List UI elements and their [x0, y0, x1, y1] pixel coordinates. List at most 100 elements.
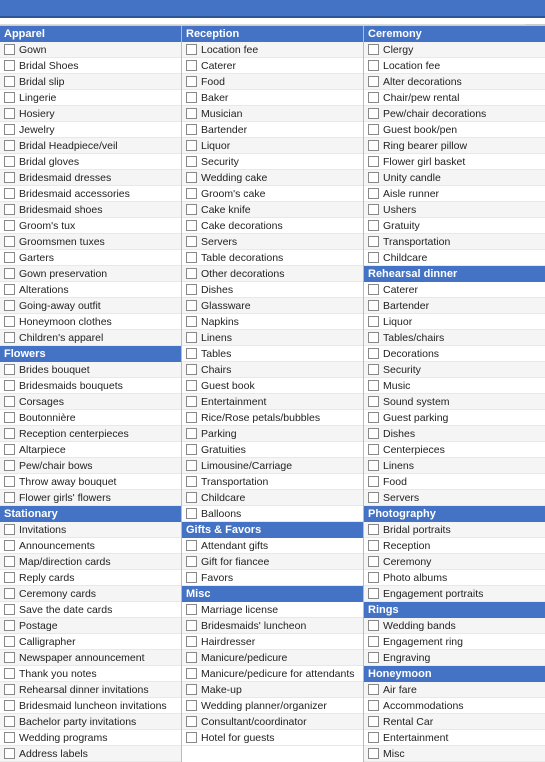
- checkbox[interactable]: [368, 348, 379, 359]
- checkbox[interactable]: [368, 156, 379, 167]
- checkbox[interactable]: [368, 236, 379, 247]
- checkbox[interactable]: [368, 620, 379, 631]
- checkbox[interactable]: [4, 604, 15, 615]
- checkbox[interactable]: [368, 188, 379, 199]
- checkbox[interactable]: [4, 188, 15, 199]
- checkbox[interactable]: [368, 284, 379, 295]
- checkbox[interactable]: [4, 556, 15, 567]
- checkbox[interactable]: [186, 428, 197, 439]
- checkbox[interactable]: [4, 572, 15, 583]
- checkbox[interactable]: [368, 700, 379, 711]
- checkbox[interactable]: [186, 348, 197, 359]
- checkbox[interactable]: [186, 652, 197, 663]
- checkbox[interactable]: [186, 220, 197, 231]
- checkbox[interactable]: [4, 476, 15, 487]
- checkbox[interactable]: [368, 684, 379, 695]
- checkbox[interactable]: [4, 620, 15, 631]
- checkbox[interactable]: [186, 508, 197, 519]
- checkbox[interactable]: [4, 732, 15, 743]
- checkbox[interactable]: [186, 92, 197, 103]
- checkbox[interactable]: [368, 364, 379, 375]
- checkbox[interactable]: [186, 412, 197, 423]
- checkbox[interactable]: [4, 332, 15, 343]
- checkbox[interactable]: [368, 220, 379, 231]
- checkbox[interactable]: [186, 460, 197, 471]
- checkbox[interactable]: [4, 716, 15, 727]
- checkbox[interactable]: [368, 540, 379, 551]
- checkbox[interactable]: [186, 156, 197, 167]
- checkbox[interactable]: [186, 716, 197, 727]
- checkbox[interactable]: [368, 332, 379, 343]
- checkbox[interactable]: [186, 284, 197, 295]
- checkbox[interactable]: [368, 60, 379, 71]
- checkbox[interactable]: [4, 44, 15, 55]
- checkbox[interactable]: [186, 60, 197, 71]
- link[interactable]: [0, 18, 525, 25]
- checkbox[interactable]: [4, 380, 15, 391]
- checkbox[interactable]: [4, 396, 15, 407]
- checkbox[interactable]: [186, 636, 197, 647]
- checkbox[interactable]: [4, 76, 15, 87]
- checkbox[interactable]: [368, 316, 379, 327]
- checkbox[interactable]: [186, 620, 197, 631]
- checkbox[interactable]: [368, 92, 379, 103]
- checkbox[interactable]: [368, 44, 379, 55]
- checkbox[interactable]: [4, 156, 15, 167]
- checkbox[interactable]: [4, 252, 15, 263]
- checkbox[interactable]: [4, 300, 15, 311]
- checkbox[interactable]: [4, 412, 15, 423]
- checkbox[interactable]: [186, 604, 197, 615]
- checkbox[interactable]: [4, 636, 15, 647]
- checkbox[interactable]: [368, 412, 379, 423]
- checkbox[interactable]: [186, 188, 197, 199]
- checkbox[interactable]: [4, 268, 15, 279]
- checkbox[interactable]: [186, 540, 197, 551]
- checkbox[interactable]: [186, 444, 197, 455]
- checkbox[interactable]: [368, 732, 379, 743]
- checkbox[interactable]: [368, 444, 379, 455]
- checkbox[interactable]: [368, 636, 379, 647]
- checkbox[interactable]: [4, 236, 15, 247]
- checkbox[interactable]: [4, 540, 15, 551]
- checkbox[interactable]: [4, 316, 15, 327]
- checkbox[interactable]: [186, 204, 197, 215]
- checkbox[interactable]: [186, 172, 197, 183]
- checkbox[interactable]: [186, 268, 197, 279]
- checkbox[interactable]: [4, 220, 15, 231]
- checkbox[interactable]: [4, 364, 15, 375]
- checkbox[interactable]: [4, 652, 15, 663]
- checkbox[interactable]: [368, 524, 379, 535]
- checkbox[interactable]: [368, 716, 379, 727]
- checkbox[interactable]: [186, 364, 197, 375]
- checkbox[interactable]: [186, 684, 197, 695]
- checkbox[interactable]: [368, 76, 379, 87]
- checkbox[interactable]: [186, 396, 197, 407]
- checkbox[interactable]: [368, 124, 379, 135]
- checkbox[interactable]: [4, 588, 15, 599]
- checkbox[interactable]: [4, 492, 15, 503]
- checkbox[interactable]: [186, 492, 197, 503]
- checkbox[interactable]: [368, 476, 379, 487]
- checkbox[interactable]: [368, 300, 379, 311]
- checkbox[interactable]: [186, 236, 197, 247]
- checkbox[interactable]: [186, 124, 197, 135]
- checkbox[interactable]: [4, 108, 15, 119]
- checkbox[interactable]: [4, 700, 15, 711]
- checkbox[interactable]: [368, 428, 379, 439]
- checkbox[interactable]: [4, 92, 15, 103]
- checkbox[interactable]: [186, 316, 197, 327]
- checkbox[interactable]: [186, 332, 197, 343]
- checkbox[interactable]: [4, 284, 15, 295]
- checkbox[interactable]: [4, 524, 15, 535]
- checkbox[interactable]: [186, 140, 197, 151]
- checkbox[interactable]: [4, 60, 15, 71]
- checkbox[interactable]: [4, 668, 15, 679]
- checkbox[interactable]: [186, 252, 197, 263]
- checkbox[interactable]: [368, 252, 379, 263]
- checkbox[interactable]: [368, 108, 379, 119]
- checkbox[interactable]: [186, 556, 197, 567]
- checkbox[interactable]: [4, 172, 15, 183]
- checkbox[interactable]: [368, 748, 379, 759]
- checkbox[interactable]: [4, 684, 15, 695]
- checkbox[interactable]: [368, 556, 379, 567]
